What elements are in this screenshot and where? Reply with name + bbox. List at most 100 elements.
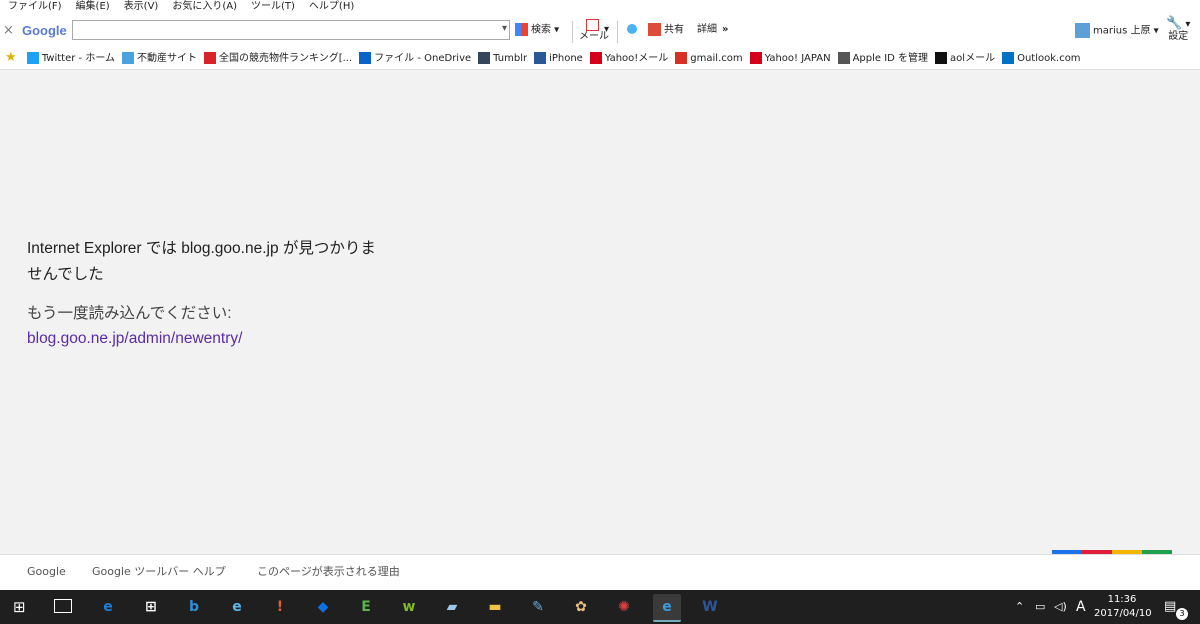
add-favorite-star-icon[interactable]: ★ xyxy=(5,47,17,69)
chevron-down-icon[interactable]: ▾ xyxy=(502,23,507,34)
color-bar-green xyxy=(1142,550,1172,554)
google-plus-icon xyxy=(648,23,661,36)
toolbar-divider xyxy=(572,21,573,43)
bing-icon-glyph: b xyxy=(188,599,200,615)
favorite-link[interactable]: 不動産サイト xyxy=(122,48,198,69)
ie-icon-glyph: e xyxy=(232,599,242,615)
iw-icon xyxy=(534,52,547,64)
favorite-link-label: 全国の競売物件ランキング[... xyxy=(219,53,353,64)
dropbox-icon[interactable]: ◆ xyxy=(309,594,337,620)
windows-start-icon[interactable]: ⊞ xyxy=(13,598,26,616)
search-input[interactable] xyxy=(76,24,490,42)
twitter-icon[interactable] xyxy=(627,23,640,37)
favorite-link-label: gmail.com xyxy=(690,53,743,64)
favorite-link-label: 不動産サイト xyxy=(137,53,198,64)
gmail-icon xyxy=(675,52,688,64)
share-button[interactable]: 共有 xyxy=(648,23,684,38)
search-button-label: 検索 xyxy=(531,24,551,36)
cloud-icon xyxy=(359,52,372,64)
favorite-link-label: ファイル - OneDrive xyxy=(374,53,472,64)
w-app-icon[interactable]: w xyxy=(395,594,423,620)
app-orange-icon[interactable]: ! xyxy=(266,594,294,620)
ie-icon[interactable]: e xyxy=(223,594,251,620)
user-name: marius 上原 xyxy=(1093,25,1151,37)
detail-button[interactable]: 詳細 xyxy=(697,23,717,37)
mail-dropdown-icon[interactable]: ▾ xyxy=(604,23,609,37)
google-logo[interactable]: Google xyxy=(22,23,67,38)
toolbar-divider xyxy=(617,21,618,43)
twitter-icon xyxy=(26,52,39,64)
task-view-icon[interactable] xyxy=(54,599,72,613)
bing-icon[interactable]: b xyxy=(180,594,208,620)
app-red-icon-glyph: ✺ xyxy=(618,599,630,615)
yahoo-icon xyxy=(589,52,602,64)
favorite-link-label: iPhone xyxy=(549,53,583,64)
favorite-link[interactable]: Apple ID を管理 xyxy=(837,48,928,69)
edge-icon[interactable]: e xyxy=(94,594,122,620)
more-icon[interactable]: » xyxy=(722,23,728,37)
folder-icon-glyph: ▬ xyxy=(488,599,502,615)
menu-help[interactable]: ヘルプ(H) xyxy=(309,0,354,14)
notification-icon[interactable]: ▤ xyxy=(1164,590,1176,624)
favorite-link[interactable]: Twitter - ホーム xyxy=(26,48,116,69)
footer-link-why-page[interactable]: このページが表示される理由 xyxy=(257,555,400,589)
tumblr-icon xyxy=(478,52,491,64)
taskbar: ⊞ e ⊞ b e! ◆ Ew ▰ ▬ ✎ ✿ ✺ e W ⌃ ▭ ◁) A 11:36 2017/04… xyxy=(0,590,1200,624)
folder-icon[interactable]: ▬ xyxy=(481,594,509,620)
mail-icon xyxy=(586,19,599,31)
app-orange-icon-glyph: ! xyxy=(276,599,284,615)
color-bar-red xyxy=(1082,550,1112,554)
paint-icon[interactable]: ✿ xyxy=(567,594,595,620)
ime-indicator[interactable]: A xyxy=(1076,590,1086,624)
favorite-link[interactable]: aolメール xyxy=(935,48,995,69)
ie-active-icon[interactable]: e xyxy=(653,594,681,622)
menu-edit[interactable]: 編集(E) xyxy=(76,0,110,14)
menu-view[interactable]: 表示(V) xyxy=(124,0,159,14)
menu-file[interactable]: ファイル(F) xyxy=(8,0,62,14)
favorite-link[interactable]: Yahoo! JAPAN xyxy=(749,48,831,69)
google-color-icon xyxy=(515,23,528,36)
wrench-icon: 🔧 xyxy=(1166,16,1183,31)
viewer-icon-glyph: ▰ xyxy=(446,599,458,615)
favorite-link[interactable]: ファイル - OneDrive xyxy=(359,48,472,69)
favorite-link[interactable]: 全国の競売物件ランキング[... xyxy=(204,48,353,69)
clock-time: 11:36 xyxy=(1107,594,1137,605)
color-bar-blue xyxy=(1052,550,1082,554)
search-button[interactable]: 検索 ▾ xyxy=(515,23,559,38)
volume-icon[interactable]: ◁) xyxy=(1054,590,1067,624)
close-toolbar-icon[interactable]: × xyxy=(3,23,14,38)
app-red-icon[interactable]: ✺ xyxy=(610,594,638,620)
battery-icon[interactable]: ▭ xyxy=(1035,590,1045,624)
footer-link-toolbar-help[interactable]: Google ツールバー ヘルプ xyxy=(92,555,226,589)
settings-button[interactable]: 🔧 ▾ 設定 xyxy=(1166,16,1190,43)
favorite-link[interactable]: Yahoo!メール xyxy=(589,48,669,69)
favorite-link-label: Yahoo!メール xyxy=(604,53,669,64)
evernote-icon[interactable]: E xyxy=(352,594,380,620)
footer-link-google[interactable]: Google xyxy=(27,555,66,589)
favorite-link-label: Twitter - ホーム xyxy=(41,53,116,64)
tray-chevron-up-icon[interactable]: ⌃ xyxy=(1015,590,1024,624)
menu-favorites[interactable]: お気に入り(A) xyxy=(172,0,237,14)
pen-icon-glyph: ✎ xyxy=(532,599,544,615)
evernote-icon-glyph: E xyxy=(361,599,371,615)
favorite-link[interactable]: iPhone xyxy=(534,48,583,69)
favorite-link-label: Yahoo! JAPAN xyxy=(764,53,831,64)
store-icon[interactable]: ⊞ xyxy=(137,594,165,620)
menu-tools[interactable]: ツール(T) xyxy=(251,0,295,14)
page-footer: Google Google ツールバー ヘルプ このページが表示される理由 xyxy=(0,550,1200,591)
clock[interactable]: 11:36 2017/04/10 xyxy=(1094,593,1152,621)
favorite-link[interactable]: Outlook.com xyxy=(1002,48,1081,69)
favorite-link[interactable]: gmail.com xyxy=(675,48,743,69)
favorite-link[interactable]: Tumblr xyxy=(478,48,527,69)
error-title: Internet Explorer では blog.goo.ne.jp が見つか… xyxy=(27,240,376,283)
page-content: Internet Explorer では blog.goo.ne.jp が見つか… xyxy=(0,70,1200,554)
viewer-icon[interactable]: ▰ xyxy=(438,594,466,620)
word-icon[interactable]: W xyxy=(696,594,724,620)
reload-link[interactable]: blog.goo.ne.jp/admin/newentry/ xyxy=(27,330,242,348)
avatar xyxy=(1075,23,1090,38)
user-account-button[interactable]: marius 上原 ▾ xyxy=(1075,23,1159,39)
paint-icon-glyph: ✿ xyxy=(575,599,587,615)
pen-icon[interactable]: ✎ xyxy=(524,594,552,620)
google-toolbar: × Google ▾ 検索 ▾ メール ▾ 共有 詳細 » marius 上原 … xyxy=(0,15,1200,47)
page-icon xyxy=(122,52,135,64)
